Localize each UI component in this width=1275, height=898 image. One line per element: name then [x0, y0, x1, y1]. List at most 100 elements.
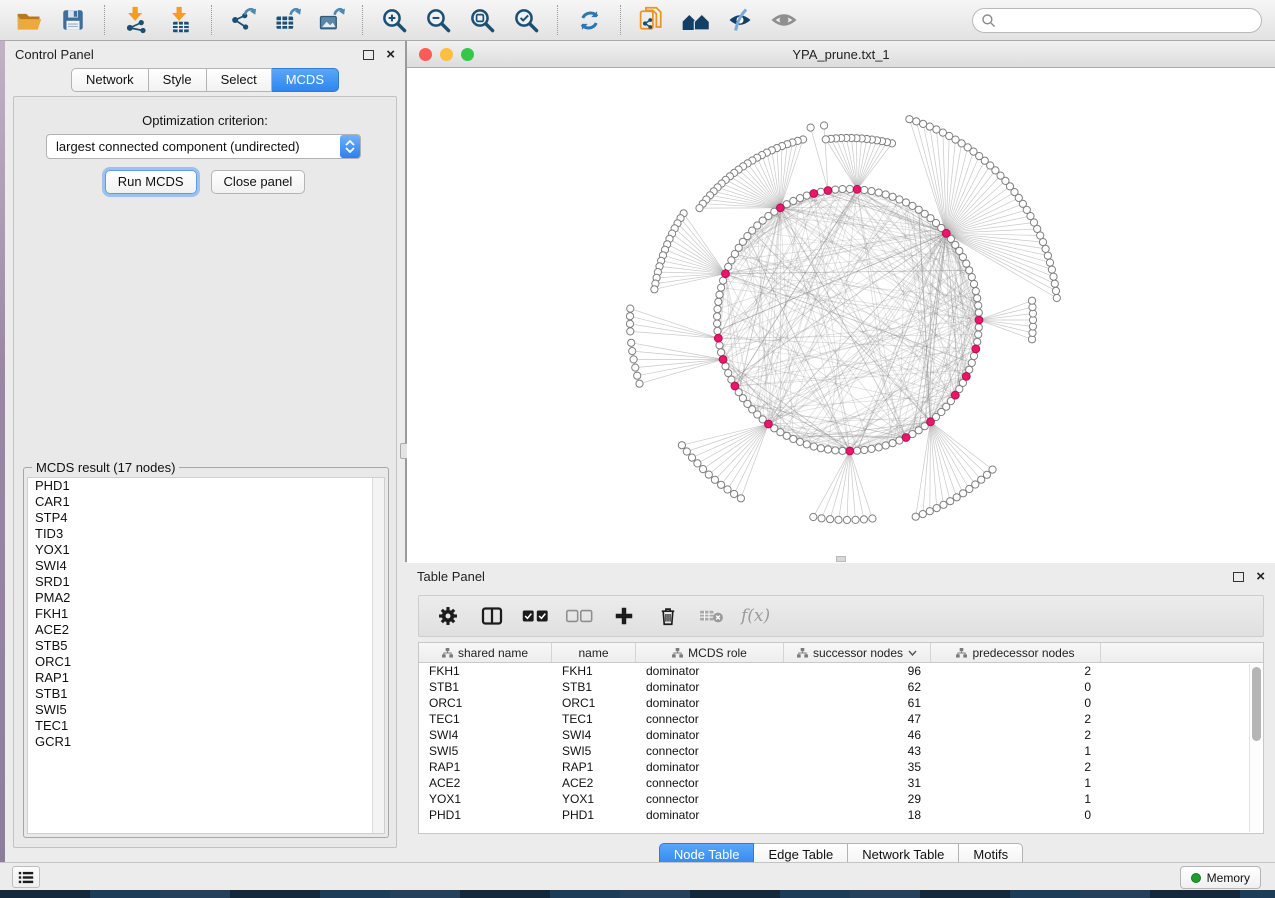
tab-select[interactable]: Select	[207, 68, 272, 92]
close-panel-button[interactable]: Close panel	[211, 170, 306, 194]
table-row[interactable]: ORC1ORC1dominator610	[419, 695, 1263, 711]
mcds-result-item[interactable]: CAR1	[28, 494, 384, 510]
optimization-criterion-label: Optimization criterion:	[14, 113, 396, 128]
export-table-button[interactable]	[268, 3, 306, 37]
mcds-result-item[interactable]: TID3	[28, 526, 384, 542]
export-table-icon	[273, 6, 301, 34]
refresh-button[interactable]	[570, 3, 608, 37]
float-panel-icon[interactable]	[363, 50, 374, 60]
delete-table-button[interactable]	[697, 601, 727, 631]
mcds-result-item[interactable]: STB5	[28, 638, 384, 654]
mcds-result-item[interactable]: PHD1	[28, 478, 384, 494]
zoom-selected-button[interactable]	[507, 3, 545, 37]
mcds-result-item[interactable]: SWI4	[28, 558, 384, 574]
export-network-button[interactable]	[224, 3, 262, 37]
apply-function-button[interactable]: f(x)	[741, 606, 770, 626]
select-all-icon	[522, 608, 550, 624]
mcds-result-item[interactable]: YOX1	[28, 542, 384, 558]
memory-button[interactable]: Memory	[1180, 866, 1261, 889]
mcds-result-item[interactable]: STP4	[28, 510, 384, 526]
network-titlebar[interactable]: YPA_prune.txt_1	[407, 41, 1275, 68]
open-file-button[interactable]	[10, 3, 48, 37]
column-header-name[interactable]: name	[552, 643, 636, 662]
main-toolbar	[0, 0, 1275, 41]
zoom-in-button[interactable]	[375, 3, 413, 37]
criterion-dropdown[interactable]: largest connected component (undirected)	[46, 134, 361, 159]
tab-network[interactable]: Network	[71, 68, 149, 92]
show-console-button[interactable]	[12, 866, 40, 888]
mcds-result-item[interactable]: RAP1	[28, 670, 384, 686]
column-header-MCDS-role[interactable]: MCDS role	[636, 643, 784, 662]
mcds-result-item[interactable]: TEC1	[28, 718, 384, 734]
tab-mcds[interactable]: MCDS	[272, 68, 339, 92]
table-row[interactable]: TEC1TEC1connector472	[419, 711, 1263, 727]
add-column-button[interactable]	[609, 601, 639, 631]
trash-icon	[657, 605, 679, 627]
export-network-icon	[229, 6, 257, 34]
export-image-button[interactable]	[312, 3, 350, 37]
tab-style[interactable]: Style	[149, 68, 207, 92]
select-all-button[interactable]	[521, 601, 551, 631]
table-row[interactable]: YOX1YOX1connector291	[419, 791, 1263, 807]
network-file-button[interactable]	[633, 3, 671, 37]
table-row[interactable]: RAP1RAP1dominator352	[419, 759, 1263, 775]
search-icon	[981, 13, 997, 29]
column-header-successor-nodes[interactable]: successor nodes	[784, 643, 931, 662]
run-mcds-button[interactable]: Run MCDS	[105, 170, 197, 194]
mcds-result-item[interactable]: SRD1	[28, 574, 384, 590]
table-row[interactable]: STB1STB1dominator620	[419, 679, 1263, 695]
mcds-result-item[interactable]: SWI5	[28, 702, 384, 718]
table-scrollbar-thumb[interactable]	[1252, 667, 1261, 741]
deselect-all-button[interactable]	[565, 601, 595, 631]
import-table-button[interactable]	[161, 3, 199, 37]
mcds-result-list[interactable]: PHD1CAR1STP4TID3YOX1SWI4SRD1PMA2FKH1ACE2…	[27, 477, 385, 834]
horizontal-divider-handle[interactable]	[836, 556, 846, 562]
mcds-result-item[interactable]: STB1	[28, 686, 384, 702]
mcds-result-item[interactable]: ACE2	[28, 622, 384, 638]
cell-shared-name: TEC1	[419, 712, 552, 726]
zoom-out-button[interactable]	[419, 3, 457, 37]
save-button[interactable]	[54, 3, 92, 37]
table-row[interactable]: PHD1PHD1dominator180	[419, 807, 1263, 823]
table-settings-button[interactable]	[433, 601, 463, 631]
import-network-icon	[122, 6, 150, 34]
float-table-panel-icon[interactable]	[1233, 572, 1244, 582]
mcds-result-item[interactable]: ORC1	[28, 654, 384, 670]
table-row[interactable]: SWI5SWI5connector431	[419, 743, 1263, 759]
close-table-panel-icon[interactable]: ×	[1256, 572, 1265, 582]
cell-name: ACE2	[552, 776, 636, 790]
table-row[interactable]: ACE2ACE2connector311	[419, 775, 1263, 791]
column-header-predecessor-nodes[interactable]: predecessor nodes	[931, 643, 1101, 662]
node-table[interactable]: shared namename MCDS role successor nodesp…	[418, 642, 1264, 834]
search-field[interactable]	[972, 8, 1262, 33]
column-header-shared-name[interactable]: shared name	[419, 643, 552, 662]
hide-visualization-button[interactable]	[721, 3, 759, 37]
show-columns-button[interactable]	[477, 601, 507, 631]
cell-name: RAP1	[552, 760, 636, 774]
table-row[interactable]: FKH1FKH1dominator962	[419, 663, 1263, 679]
home-networks-button[interactable]	[677, 3, 715, 37]
cell-successor-nodes: 46	[784, 728, 931, 742]
network-graph[interactable]	[407, 68, 1275, 563]
mcds-result-item[interactable]: GCR1	[28, 734, 384, 750]
column-tree-icon	[956, 648, 967, 658]
mcds-result-item[interactable]: FKH1	[28, 606, 384, 622]
column-header-label: MCDS role	[688, 646, 747, 660]
show-visualization-button[interactable]	[765, 3, 803, 37]
network-canvas[interactable]	[407, 68, 1275, 563]
delete-column-button[interactable]	[653, 601, 683, 631]
import-network-button[interactable]	[117, 3, 155, 37]
result-list-scrollbar[interactable]	[372, 478, 384, 833]
zoom-fit-button[interactable]	[463, 3, 501, 37]
control-panel: Control Panel × NetworkStyleSelectMCDS O…	[5, 41, 405, 862]
show-eye-icon	[770, 6, 798, 34]
cell-shared-name: SWI4	[419, 728, 552, 742]
table-scrollbar[interactable]	[1249, 664, 1262, 832]
cell-successor-nodes: 35	[784, 760, 931, 774]
toolbar-separator	[620, 5, 621, 35]
table-row[interactable]: SWI4SWI4dominator462	[419, 727, 1263, 743]
search-input[interactable]	[997, 11, 1261, 31]
close-panel-icon[interactable]: ×	[386, 50, 395, 60]
mcds-result-item[interactable]: PMA2	[28, 590, 384, 606]
cell-MCDS-role: dominator	[636, 808, 784, 822]
